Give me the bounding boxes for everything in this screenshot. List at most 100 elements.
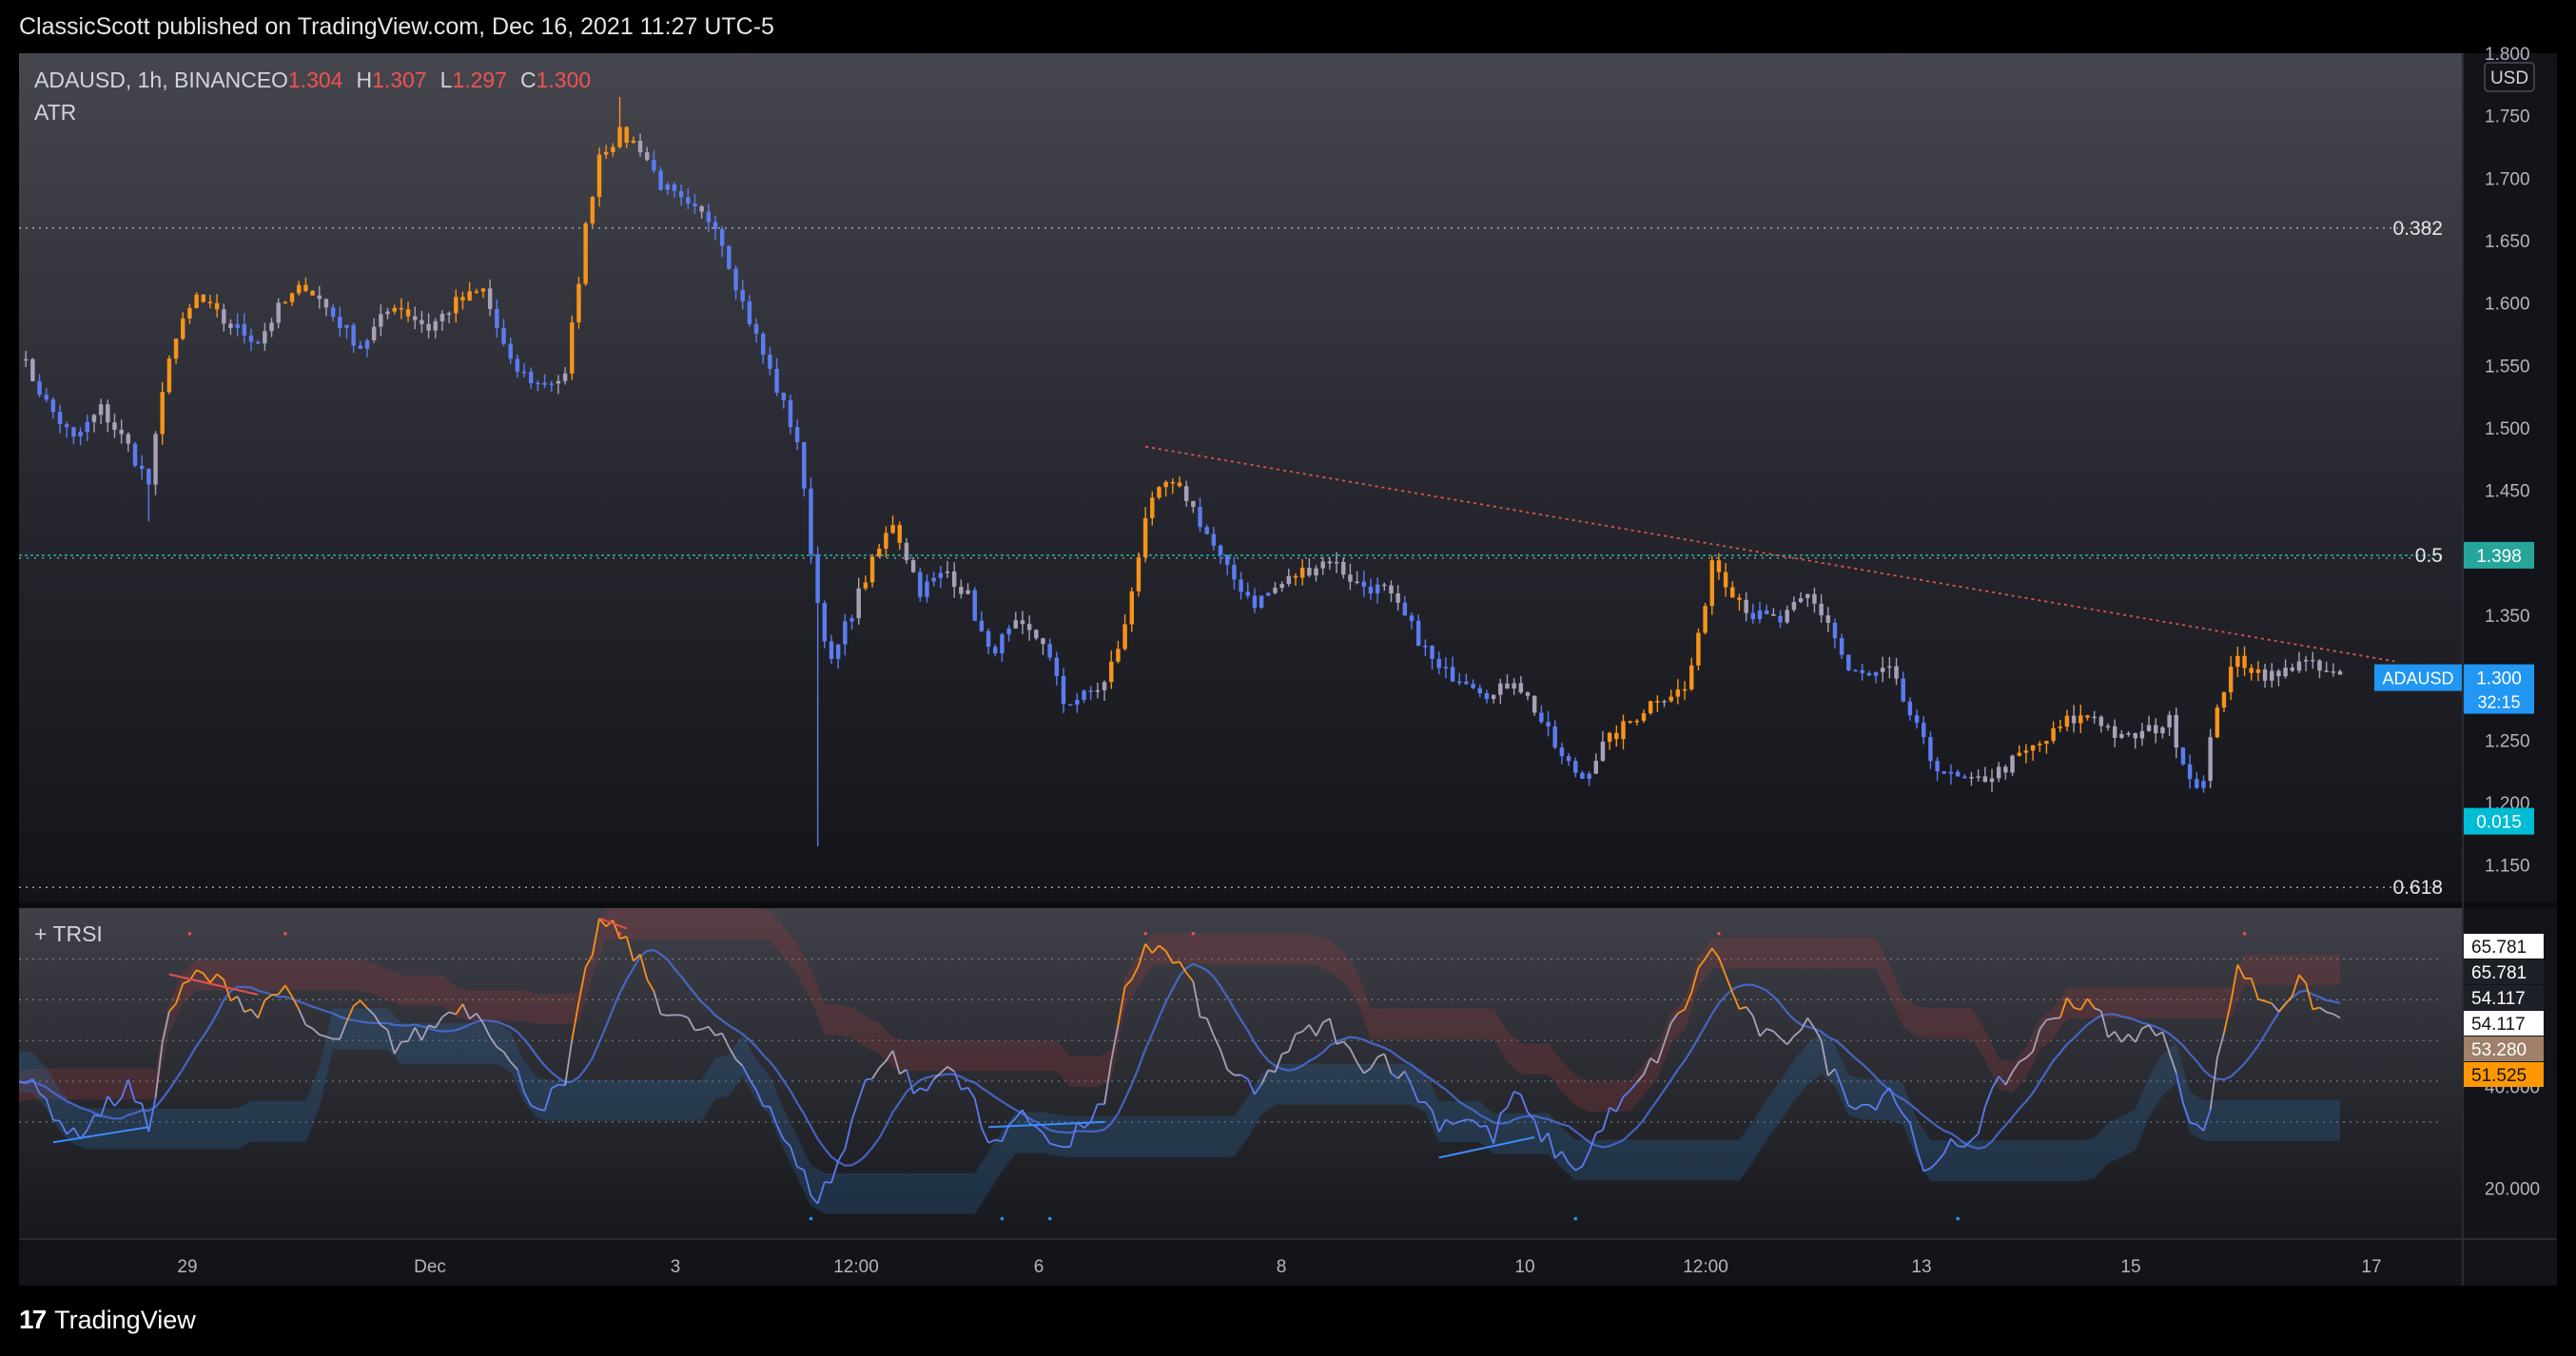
- candle-body: [2317, 660, 2322, 671]
- candle-body: [781, 393, 786, 400]
- candle-body: [1887, 666, 1892, 668]
- candle-body: [1628, 721, 1632, 723]
- candle-body: [207, 301, 213, 303]
- trsi-value-badge-text: 54.117: [2471, 1015, 2526, 1035]
- candle-body: [1177, 482, 1182, 487]
- time-tick: 12:00: [833, 1257, 879, 1277]
- pane-separator[interactable]: [19, 902, 2557, 908]
- candle-body: [740, 290, 745, 301]
- candle-body: [1614, 732, 1619, 740]
- candle-body: [774, 368, 779, 394]
- candle-body: [2071, 715, 2077, 724]
- candle-body: [1928, 737, 1933, 762]
- candle-body: [351, 324, 356, 346]
- candle-body: [1389, 585, 1394, 593]
- candle-body: [1443, 667, 1449, 668]
- candle-body: [57, 412, 63, 425]
- candle-body: [959, 587, 964, 594]
- candle-body: [2215, 707, 2220, 738]
- candle-body: [1832, 622, 1838, 639]
- trsi-value-badge-text: 53.280: [2471, 1040, 2527, 1060]
- candle-body: [869, 556, 875, 583]
- candle-body: [1286, 575, 1292, 585]
- candle-body: [1901, 678, 1905, 702]
- candle-body: [1996, 766, 2001, 779]
- tradingview-logo[interactable]: 17 TradingView: [19, 1305, 196, 1335]
- candle-body: [829, 641, 834, 659]
- candle-body: [611, 146, 615, 152]
- candle-body: [877, 548, 882, 557]
- trsi-line-segment: [667, 1014, 675, 1017]
- candle-body: [1648, 701, 1653, 714]
- countdown-value: 32:15: [2477, 693, 2520, 712]
- candle-body: [1170, 481, 1176, 484]
- candle-body: [1013, 620, 1018, 629]
- candle-body: [1696, 632, 1701, 666]
- candle-body: [979, 620, 985, 631]
- candle-body: [263, 331, 267, 344]
- candle-body: [1587, 773, 1591, 779]
- candle-body: [556, 380, 561, 384]
- trsi-line-segment: [1479, 1124, 1488, 1128]
- trsi-signal-dot: [1717, 931, 1721, 936]
- symbol-badge-label: ADAUSD: [2382, 669, 2453, 688]
- candle-body: [624, 126, 629, 144]
- candle-body: [433, 320, 438, 331]
- candle-body: [2023, 750, 2029, 753]
- candle-body: [918, 571, 923, 597]
- candle-body: [2058, 726, 2062, 728]
- price-tick: 1.600: [2485, 295, 2530, 315]
- candle-body: [945, 571, 950, 573]
- candle-body: [910, 560, 916, 572]
- candle-body: [2105, 726, 2111, 728]
- candle-body: [1082, 690, 1086, 701]
- candle-body: [1942, 771, 1946, 774]
- candle-body: [809, 488, 813, 554]
- candle-body: [2228, 667, 2234, 693]
- candle-body: [1566, 756, 1571, 762]
- candle-body: [1976, 776, 1981, 778]
- candle-body: [1122, 624, 1127, 649]
- candle-body: [330, 307, 336, 318]
- candle-body: [1218, 545, 1223, 555]
- candle-body: [1546, 722, 1551, 726]
- candle-body: [289, 293, 295, 302]
- candle-body: [2064, 715, 2070, 727]
- candle-body: [1320, 561, 1325, 569]
- candle-body: [1518, 683, 1524, 693]
- candle-body: [439, 313, 445, 321]
- candle-body: [549, 383, 554, 385]
- candle-body: [1334, 561, 1339, 564]
- candle-body: [1327, 561, 1333, 564]
- candle-body: [2208, 737, 2213, 782]
- candle-body: [37, 380, 42, 396]
- candle-body: [1471, 684, 1475, 688]
- time-tick: 8: [1277, 1257, 1287, 1277]
- candle-body: [420, 320, 424, 324]
- candle-body: [719, 229, 725, 246]
- candle-body: [1675, 689, 1681, 697]
- time-axis[interactable]: [19, 1239, 2557, 1286]
- candle-body: [173, 339, 179, 359]
- legend-atr[interactable]: ATR: [34, 100, 76, 125]
- candle-body: [1634, 720, 1640, 723]
- candle-body: [2085, 715, 2090, 718]
- legend-trsi[interactable]: + TRSI: [34, 921, 103, 946]
- candle-body: [890, 525, 895, 533]
- candle-body: [665, 184, 670, 190]
- candle-body: [925, 581, 929, 597]
- candle-body: [1484, 693, 1490, 700]
- main-pane[interactable]: [19, 53, 2462, 902]
- candle-body: [71, 427, 76, 437]
- candle-body: [460, 297, 465, 301]
- candle-body: [712, 222, 718, 230]
- trsi-signal-dot: [809, 1216, 813, 1221]
- candle-body: [379, 314, 383, 327]
- candle-body: [1716, 560, 1722, 572]
- candle-body: [1355, 581, 1359, 584]
- candle-body: [1239, 579, 1243, 592]
- price-tick: 1.800: [2485, 45, 2530, 65]
- candle-body: [487, 288, 493, 309]
- candle-body: [303, 284, 308, 291]
- chart-area[interactable]: 0.382 0.5 0.618 1.800 1.750 1.700 1.650 1.600 1…: [0, 0, 2576, 1356]
